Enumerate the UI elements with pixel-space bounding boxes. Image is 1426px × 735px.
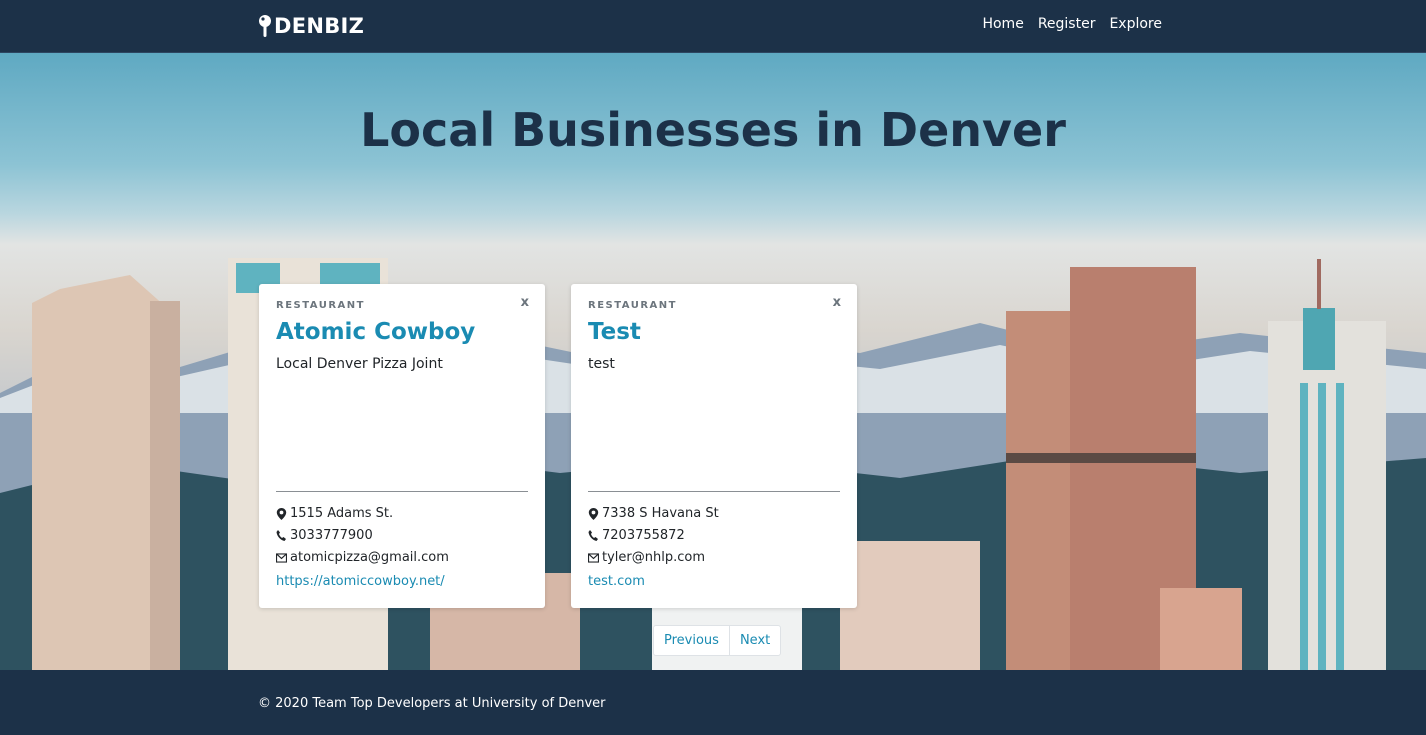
- address-row: 7338 S Havana St: [588, 506, 719, 521]
- page-title: Local Businesses in Denver: [360, 103, 1066, 157]
- phone-row: 7203755872: [588, 528, 685, 543]
- email-text: atomicpizza@gmail.com: [290, 550, 449, 565]
- brand-name: DENBIZ: [274, 14, 365, 38]
- address-row: 1515 Adams St.: [276, 506, 393, 521]
- card-divider: [588, 491, 840, 492]
- business-card: RESTAURANT x Test test 7338 S Havana St …: [571, 284, 857, 608]
- website-link[interactable]: https://atomiccowboy.net/: [276, 574, 445, 589]
- close-button[interactable]: x: [833, 295, 841, 310]
- email-row: tyler@nhlp.com: [588, 550, 705, 565]
- phone-icon: [276, 529, 286, 541]
- business-card: RESTAURANT x Atomic Cowboy Local Denver …: [259, 284, 545, 608]
- business-description: test: [588, 356, 615, 372]
- address-text: 7338 S Havana St: [602, 506, 719, 521]
- business-name-link[interactable]: Atomic Cowboy: [276, 319, 475, 345]
- envelope-icon: [588, 552, 599, 563]
- phone-text: 7203755872: [602, 528, 685, 543]
- footer-copyright: © 2020 Team Top Developers at University…: [258, 696, 606, 711]
- nav-links: Home Register Explore: [982, 16, 1162, 32]
- map-marker-icon: [276, 507, 287, 520]
- brand-logo[interactable]: DENBIZ: [258, 12, 364, 40]
- pagination: Previous Next: [653, 625, 782, 656]
- map-pin-icon: [259, 15, 271, 37]
- business-name-link[interactable]: Test: [588, 319, 641, 345]
- business-description: Local Denver Pizza Joint: [276, 356, 443, 372]
- card-divider: [276, 491, 528, 492]
- footer: © 2020 Team Top Developers at University…: [0, 670, 1426, 735]
- phone-text: 3033777900: [290, 528, 373, 543]
- email-text: tyler@nhlp.com: [602, 550, 705, 565]
- previous-button[interactable]: Previous: [654, 626, 729, 655]
- hero-section: Local Businesses in Denver RESTAURANT x …: [0, 53, 1426, 670]
- address-text: 1515 Adams St.: [290, 506, 394, 521]
- close-button[interactable]: x: [521, 295, 529, 310]
- website-link[interactable]: test.com: [588, 574, 645, 589]
- nav-explore[interactable]: Explore: [1109, 16, 1162, 32]
- envelope-icon: [276, 552, 287, 563]
- nav-home[interactable]: Home: [982, 16, 1023, 32]
- next-button[interactable]: Next: [728, 626, 780, 655]
- map-marker-icon: [588, 507, 599, 520]
- card-category: RESTAURANT: [588, 300, 677, 311]
- nav-register[interactable]: Register: [1038, 16, 1096, 32]
- phone-row: 3033777900: [276, 528, 373, 543]
- email-row: atomicpizza@gmail.com: [276, 550, 449, 565]
- phone-icon: [588, 529, 598, 541]
- card-category: RESTAURANT: [276, 300, 365, 311]
- navbar: DENBIZ Home Register Explore: [0, 0, 1426, 53]
